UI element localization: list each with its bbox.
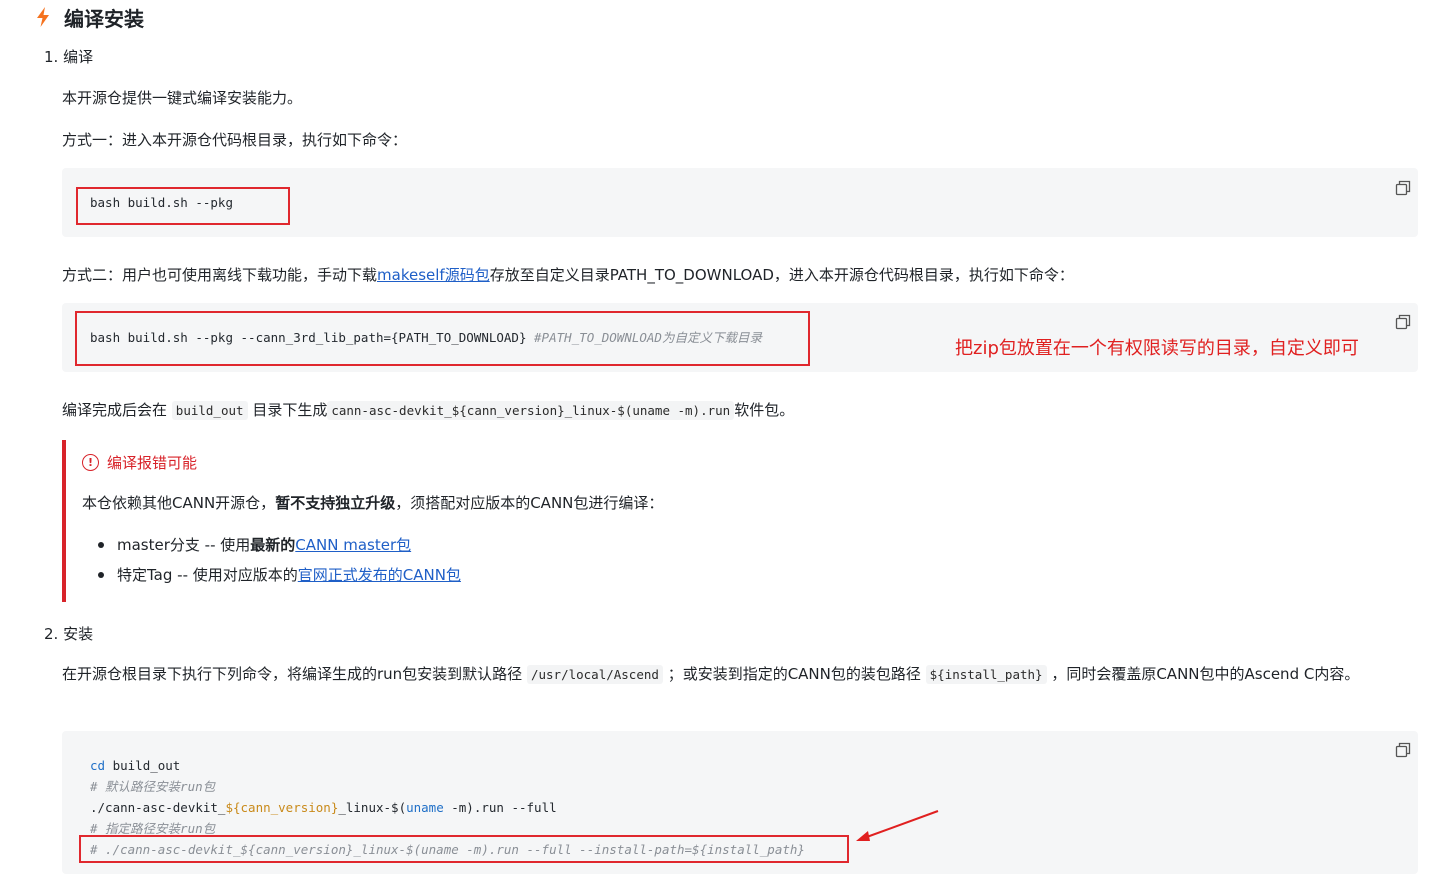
bullet-dot <box>98 571 104 578</box>
list-item: 特定Tag -- 使用对应版本的 官网正式发布的CANN包 <box>98 564 461 585</box>
bullet-dot <box>98 541 104 548</box>
copy-icon[interactable] <box>1395 742 1411 758</box>
code-comment: # 默认路径安装run包 <box>90 779 216 794</box>
official-cann-link[interactable]: 官网正式发布的CANN包 <box>298 564 461 585</box>
step-number: 1. <box>44 48 59 66</box>
code-line: bash build.sh --pkg --cann_3rd_lib_path=… <box>90 330 762 345</box>
step-2-header: 2. 安装 <box>44 623 93 644</box>
cann-master-link[interactable]: CANN master包 <box>295 534 411 555</box>
step-label: 编译 <box>63 48 94 66</box>
method-2-text: 方式二：用户也可使用离线下载功能，手动下载makeself源码包存放至自定义目录… <box>62 266 1074 284</box>
step-1-intro: 本开源仓提供一键式编译安装能力。 <box>62 89 303 107</box>
inline-code: ${install_path} <box>925 665 1047 684</box>
red-arrow-annotation <box>856 810 939 841</box>
section-title: 编译安装 <box>64 6 144 31</box>
build-result-text: 编译完成后会在 build_out 目录下生成 cann-asc-devkit_$… <box>62 401 795 420</box>
warning-callout: ! 编译报错可能 本仓依赖其他CANN开源仓，暂不支持独立升级，须搭配对应版本的… <box>62 440 1418 602</box>
step-number: 2. <box>44 625 59 643</box>
code-block-3: cd build_out # 默认路径安装run包 ./cann-asc-dev… <box>62 731 1418 874</box>
section-heading: 编译安装 <box>36 4 144 31</box>
code-line: ./cann-asc-devkit_${cann_version}_linux-… <box>90 800 557 815</box>
code-block-1: bash build.sh --pkg <box>62 168 1418 237</box>
copy-icon[interactable] <box>1395 314 1411 330</box>
inline-code: cann-asc-devkit_${cann_version}_linux-$(… <box>327 401 735 420</box>
step-label: 安装 <box>63 625 94 643</box>
red-annotation-text: 把zip包放置在一个有权限读写的目录，自定义即可 <box>955 338 1359 359</box>
code-line: bash build.sh --pkg <box>90 195 233 210</box>
red-highlight-box <box>79 835 849 863</box>
inline-code: /usr/local/Ascend <box>526 665 663 684</box>
code-block-2: bash build.sh --pkg --cann_3rd_lib_path=… <box>62 303 1418 372</box>
exclamation-circle-icon: ! <box>82 454 99 471</box>
copy-icon[interactable] <box>1395 180 1411 196</box>
step-1-header: 1. 编译 <box>44 46 93 67</box>
lightning-icon <box>37 7 49 27</box>
inline-code: build_out <box>171 401 248 420</box>
warning-title: ! 编译报错可能 <box>82 452 197 473</box>
code-line: cd build_out <box>90 758 181 773</box>
list-item: master分支 -- 使用 最新的 CANN master包 <box>98 534 411 555</box>
makeself-link[interactable]: makeself源码包 <box>377 266 490 284</box>
method-1-text: 方式一：进入本开源仓代码根目录，执行如下命令： <box>62 131 408 149</box>
install-description: 在开源仓根目录下执行下列命令，将编译生成的run包安装到默认路径 /usr/lo… <box>62 665 1360 684</box>
warning-text: 本仓依赖其他CANN开源仓，暂不支持独立升级，须搭配对应版本的CANN包进行编译… <box>82 494 664 512</box>
